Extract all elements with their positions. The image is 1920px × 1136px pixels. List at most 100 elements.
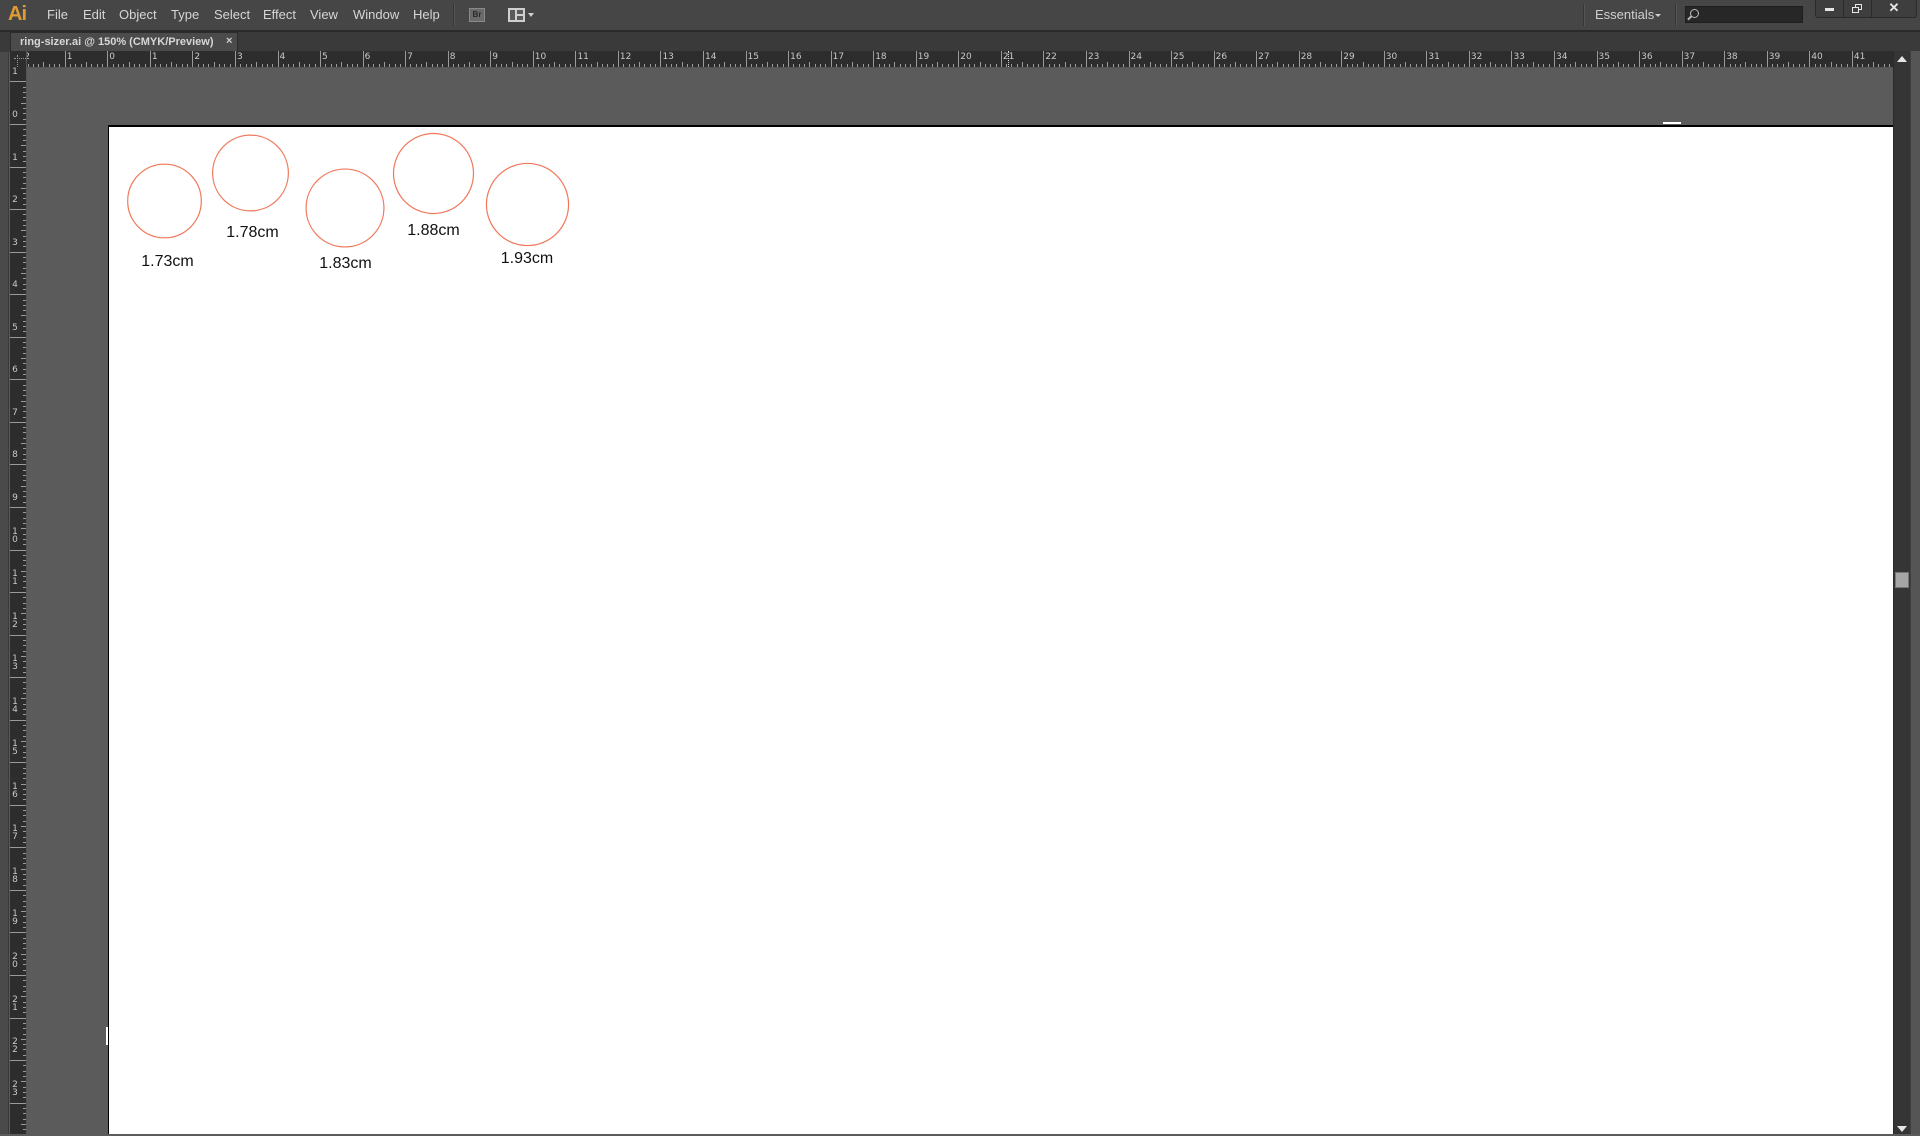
ruler-minor-tick [23, 448, 26, 450]
ruler-minor-tick [1777, 64, 1779, 67]
ruler-minor-tick [75, 64, 77, 67]
ruler-minor-tick [23, 602, 26, 604]
ring-circle[interactable] [127, 163, 202, 239]
chevron-down-icon[interactable] [1655, 14, 1661, 17]
ruler-major-tick [575, 51, 577, 67]
ruler-minor-tick [21, 911, 26, 913]
ruler-label: 33 [1513, 52, 1525, 62]
vertical-ruler[interactable]: 101234567891011121314151617181920212223 [10, 51, 27, 1134]
horizontal-ruler[interactable]: 2 1 0 1 2 3 4 5 6 7 8 9 10 11 12 13 14 15 16 17 18 19 20 21 22 23… [10, 51, 1893, 68]
ruler-minor-tick [1798, 64, 1800, 67]
ring-circle[interactable] [485, 162, 570, 247]
ruler-label: 6 [364, 52, 371, 62]
ruler-minor-tick [23, 730, 26, 732]
scrollbar-thumb[interactable] [1895, 572, 1909, 588]
menu-object[interactable]: Object [119, 7, 157, 22]
ring-size-label[interactable]: 1.88cm [407, 222, 459, 239]
ruler-minor-tick [1803, 64, 1805, 67]
menu-window[interactable]: Window [353, 7, 399, 22]
ruler-minor-tick [23, 810, 26, 812]
ruler-label: 36 [1641, 52, 1653, 62]
ruler-major-tick [192, 51, 194, 67]
menu-type[interactable]: Type [171, 7, 199, 22]
help-search-input[interactable] [1685, 6, 1803, 23]
ring-circle[interactable] [392, 132, 475, 215]
ruler-label: 10 [12, 526, 18, 545]
menu-select[interactable]: Select [214, 7, 250, 22]
ruler-minor-tick [1197, 64, 1199, 67]
ruler-minor-tick [1660, 62, 1662, 67]
vertical-scrollbar[interactable] [1893, 51, 1911, 1134]
ruler-label: 23 [12, 1079, 18, 1098]
ruler-minor-tick [23, 788, 26, 790]
ruler-minor-tick [23, 225, 26, 227]
ruler-major-tick [10, 336, 26, 338]
ruler-minor-tick [43, 62, 45, 67]
ruler-minor-tick [410, 64, 412, 67]
ruler-minor-tick [1091, 64, 1093, 67]
chevron-down-icon[interactable] [528, 13, 534, 17]
ruler-label: 0 [12, 110, 18, 120]
ruler-minor-tick [346, 64, 348, 67]
ruler-label: 31 [1428, 52, 1440, 62]
ruler-minor-tick [1250, 64, 1252, 67]
ruler-minor-tick [23, 411, 26, 413]
ruler-minor-tick [23, 799, 26, 801]
ruler-minor-tick [341, 62, 343, 67]
scroll-down-arrow-icon[interactable] [1897, 1126, 1907, 1132]
ruler-minor-tick [23, 113, 26, 115]
ring-size-label[interactable]: 1.83cm [319, 255, 371, 272]
restore-button[interactable] [1843, 0, 1872, 17]
minimize-button[interactable] [1816, 0, 1844, 17]
ruler-minor-tick [1187, 64, 1188, 67]
ruler-minor-tick [23, 1044, 26, 1046]
ruler-minor-tick [1011, 64, 1013, 67]
ruler-minor-tick [1096, 64, 1098, 67]
ruler-minor-tick [70, 64, 72, 67]
ruler-minor-tick [23, 214, 26, 216]
ring-size-label[interactable]: 1.93cm [501, 250, 553, 267]
ruler-major-tick [149, 51, 151, 67]
menu-file[interactable]: File [47, 7, 68, 22]
menu-bar: Ai File Edit Object Type Select Effect V… [0, 0, 1920, 31]
arrange-documents-icon[interactable] [508, 8, 525, 22]
menu-help[interactable]: Help [413, 7, 440, 22]
scroll-up-arrow-icon[interactable] [1897, 56, 1907, 62]
ruler-minor-tick [1165, 64, 1167, 67]
close-window-button[interactable]: ✕ [1871, 0, 1917, 17]
ruler-major-tick [10, 549, 26, 551]
ruler-major-tick [1766, 51, 1768, 67]
workspace-switcher[interactable]: Essentials [1595, 7, 1654, 22]
ruler-minor-tick [23, 746, 26, 748]
ring-circle[interactable] [212, 134, 289, 212]
ruler-minor-tick [54, 64, 56, 67]
menu-view[interactable]: View [310, 7, 338, 22]
ruler-minor-tick [309, 64, 311, 67]
ruler-minor-tick [48, 64, 50, 67]
ruler-origin[interactable] [10, 51, 26, 67]
close-tab-icon[interactable]: × [226, 35, 232, 47]
ring-size-label[interactable]: 1.78cm [226, 224, 278, 241]
menu-effect[interactable]: Effect [263, 7, 296, 22]
ruler-minor-tick [224, 64, 226, 67]
ruler-label: 5 [322, 52, 328, 62]
ruler-minor-tick [1862, 64, 1864, 67]
ring-size-label[interactable]: 1.73cm [141, 253, 193, 270]
ruler-minor-tick [1750, 64, 1752, 67]
ruler-minor-tick [23, 586, 26, 588]
ruler-minor-tick [1713, 64, 1715, 67]
ruler-minor-tick [23, 905, 26, 907]
ruler-minor-tick [1112, 64, 1114, 67]
ring-circle[interactable] [305, 168, 385, 248]
ruler-minor-tick [692, 64, 694, 67]
ruler-minor-tick [23, 1086, 26, 1088]
ruler-minor-tick [1516, 64, 1518, 67]
artboard[interactable]: 1.73cm 1.78cm 1.83cm 1.88cm 1.93cm [108, 125, 1893, 1134]
ruler-minor-tick [1532, 62, 1534, 67]
document-tab[interactable]: ring-sizer.ai @ 150% (CMYK/Preview) × [10, 32, 238, 52]
ruler-label: 2 [194, 52, 201, 62]
ruler-label: 32 [1470, 52, 1483, 62]
ruler-label: 1 [66, 52, 73, 62]
menu-edit[interactable]: Edit [83, 7, 105, 22]
bridge-icon[interactable]: Br [469, 8, 485, 22]
